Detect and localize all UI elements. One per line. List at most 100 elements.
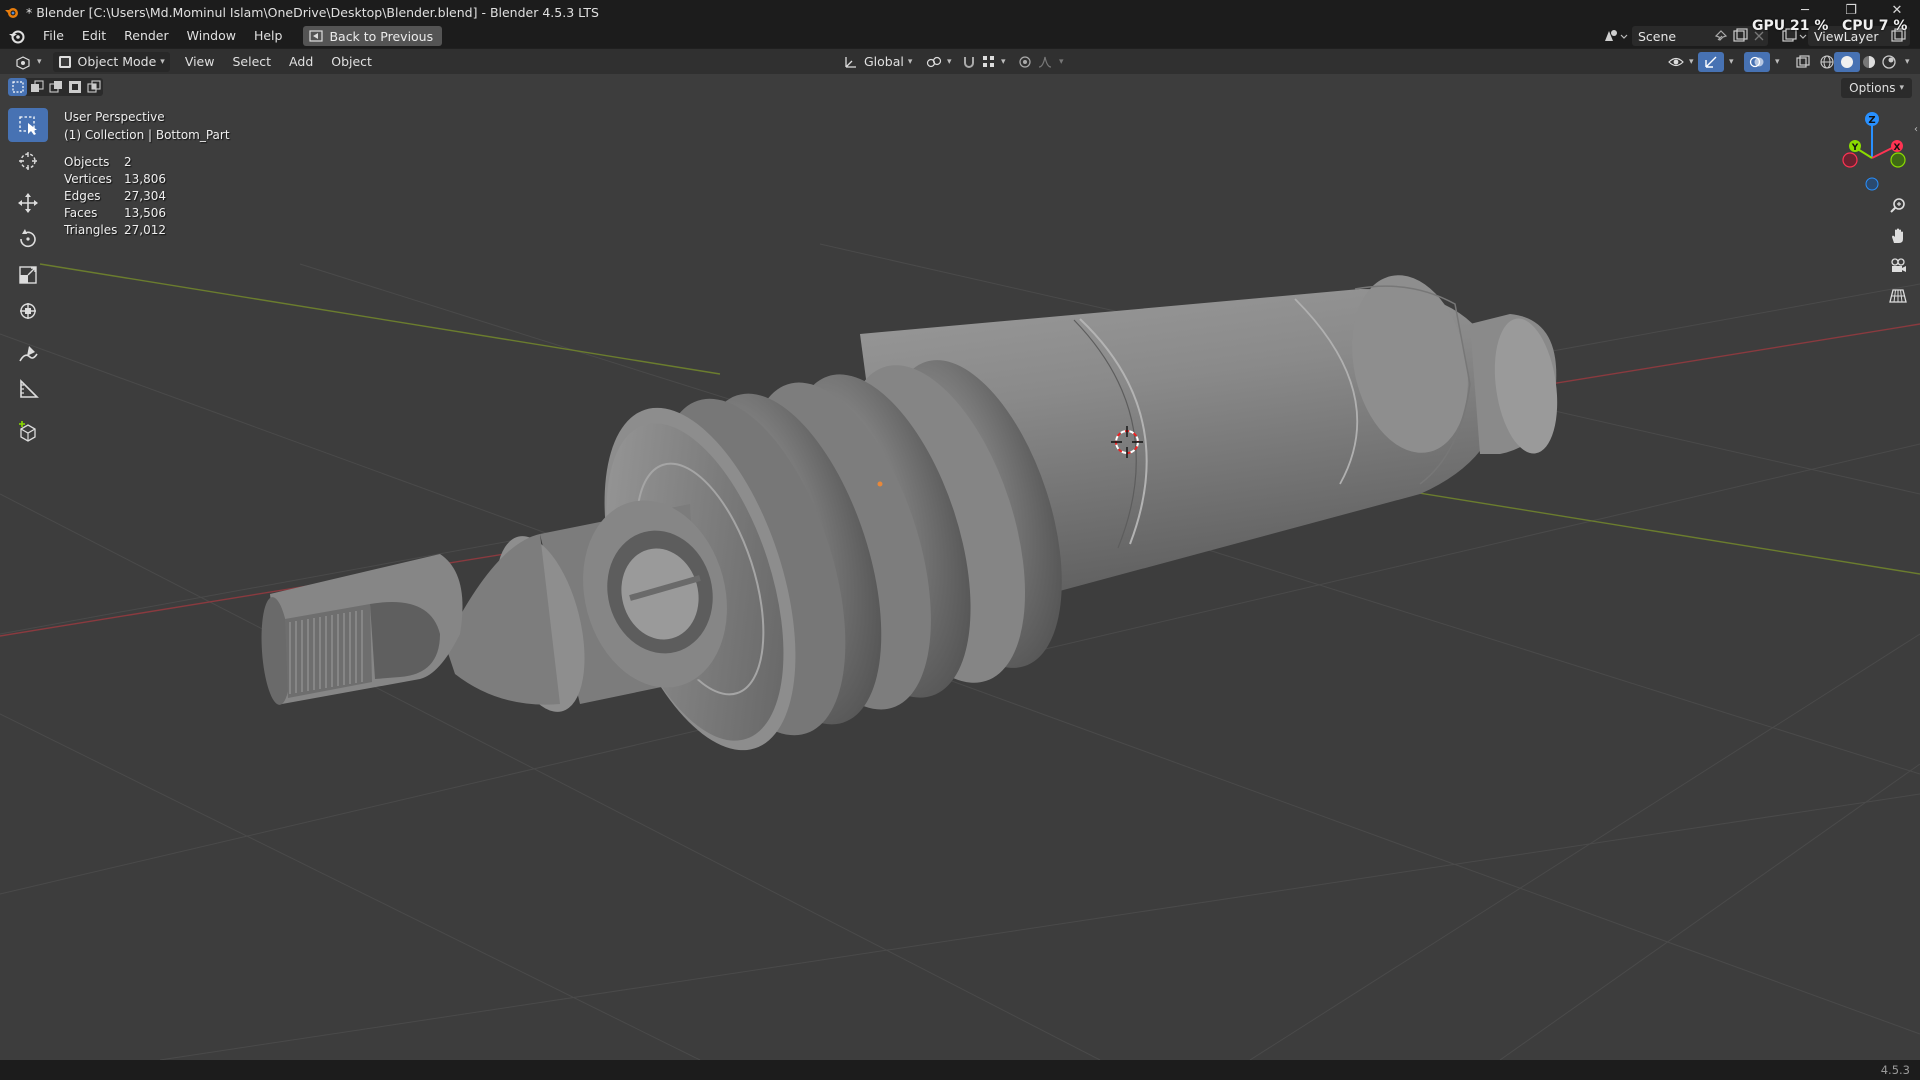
xray-toggle[interactable] (1790, 52, 1816, 72)
back-to-previous-label: Back to Previous (329, 28, 434, 44)
select-invert-icon (68, 81, 81, 93)
object-visibility-dropdown[interactable]: ▾ (1662, 52, 1699, 72)
proportional-falloff-dropdown[interactable]: ▾ (1032, 52, 1069, 72)
shading-dropdown[interactable]: ▾ (1896, 52, 1915, 72)
scene-selector[interactable]: Scene (1632, 26, 1768, 46)
menu-window[interactable]: Window (178, 25, 245, 47)
status-bar: 4.5.3 (0, 1060, 1920, 1080)
tool-shelf (8, 108, 48, 450)
chevron-down-icon: ▾ (1775, 56, 1780, 67)
tool-select-box[interactable] (8, 108, 48, 142)
viewport-navigation-buttons (1886, 194, 1910, 314)
chevron-down-icon: ▾ (1059, 56, 1064, 67)
gizmo-neg-x-handle[interactable] (1842, 152, 1858, 168)
pivot-icon (926, 56, 942, 67)
stat-row-vertices: Vertices 13,806 (64, 171, 184, 188)
select-box-icon (19, 116, 37, 135)
viewport-header: ▾ Object Mode ▾ View Select Add Object G… (0, 48, 1920, 74)
pin-icon[interactable] (1712, 28, 1730, 44)
tool-transform[interactable] (8, 294, 48, 328)
tool-add-cube[interactable] (8, 414, 48, 448)
menu-object[interactable]: Object (322, 54, 381, 69)
select-intersect-icon (86, 80, 101, 93)
title-bar: * Blender [C:\Users\Md.Mominul Islam\One… (0, 0, 1920, 24)
select-new-button[interactable] (8, 78, 27, 96)
select-new-icon (11, 81, 24, 93)
menu-render[interactable]: Render (115, 25, 178, 47)
options-dropdown[interactable]: Options ▾ (1841, 78, 1912, 98)
menu-file[interactable]: File (34, 25, 73, 47)
menu-add[interactable]: Add (280, 54, 322, 69)
annotate-pencil-icon (19, 346, 38, 362)
select-subtract-button[interactable] (46, 78, 65, 96)
viewport-info: User Perspective (1) Collection | Bottom… (64, 108, 230, 144)
chevron-down-icon: ▾ (947, 56, 952, 67)
zoom-magnifier-icon (1890, 198, 1905, 213)
menu-view[interactable]: View (176, 54, 224, 69)
gizmo-neg-y-handle[interactable] (1890, 152, 1906, 168)
minimize-button[interactable]: ─ (1782, 0, 1828, 20)
gizmo-neg-z-handle[interactable] (1865, 177, 1879, 191)
orientation-label: Global (864, 54, 904, 69)
back-to-previous-button[interactable]: Back to Previous (303, 26, 443, 46)
chevron-down-icon: ▾ (37, 56, 42, 67)
sidebar-toggle-arrow[interactable]: ‹ (1914, 124, 1918, 135)
top-menu-bar: File Edit Render Window Help Back to Pre… (0, 24, 1920, 48)
3d-viewport[interactable] (0, 74, 1920, 1060)
window-title: * Blender [C:\Users\Md.Mominul Islam\One… (26, 4, 599, 20)
mode-label: Object Mode (77, 54, 157, 69)
chevron-down-icon: ▾ (1689, 56, 1694, 67)
gizmo-dropdown[interactable]: ▾ (1720, 52, 1739, 72)
stat-key: Objects (64, 155, 110, 169)
transform-orientation-dropdown[interactable]: Global ▾ (838, 52, 917, 72)
select-extend-button[interactable] (27, 78, 46, 96)
view-perspective-label: User Perspective (64, 110, 165, 124)
menu-help[interactable]: Help (245, 25, 292, 47)
pan-button[interactable] (1886, 224, 1910, 248)
menu-select[interactable]: Select (223, 54, 280, 69)
select-invert-button[interactable] (65, 78, 84, 96)
toggle-perspective-button[interactable] (1886, 284, 1910, 308)
stat-value: 27,304 (124, 189, 166, 203)
close-button[interactable]: ✕ (1874, 0, 1920, 20)
select-subtract-icon (48, 81, 62, 93)
camera-view-button[interactable] (1886, 254, 1910, 278)
stat-row-edges: Edges 27,304 (64, 188, 184, 205)
scale-icon (19, 266, 37, 284)
material-shading-icon (1863, 55, 1875, 68)
add-cube-icon (19, 421, 36, 442)
stat-value: 27,012 (124, 223, 166, 237)
new-scene-icon[interactable] (1730, 28, 1750, 44)
rendered-shading-icon (1882, 54, 1896, 69)
tool-move[interactable] (8, 186, 48, 220)
navigation-gizmo[interactable]: Z X Y (1838, 108, 1906, 192)
menu-edit[interactable]: Edit (73, 25, 115, 47)
tool-measure[interactable] (8, 372, 48, 406)
maximize-button[interactable]: ❐ (1828, 0, 1874, 20)
gizmo-z-label: Z (1868, 115, 1875, 126)
zoom-button[interactable] (1886, 194, 1910, 218)
stat-key: Vertices (64, 172, 112, 186)
mode-dropdown[interactable]: Object Mode ▾ (52, 51, 170, 72)
scene-icon[interactable] (1602, 27, 1628, 45)
bottom-part-model[interactable] (258, 264, 1565, 773)
active-collection-label: (1) Collection | Bottom_Part (64, 128, 230, 142)
overlays-dropdown[interactable]: ▾ (1766, 52, 1785, 72)
chevron-down-icon: ▾ (160, 56, 165, 67)
cursor-icon (19, 152, 37, 170)
gpu-usage: GPU 21 % (1752, 18, 1829, 34)
perspective-grid-icon (1889, 289, 1907, 303)
select-intersect-button[interactable] (84, 78, 103, 96)
tool-annotate[interactable] (8, 336, 48, 370)
tool-scale[interactable] (8, 258, 48, 292)
proportional-edit-icon (1019, 55, 1031, 68)
tool-cursor[interactable] (8, 144, 48, 178)
pivot-point-dropdown[interactable]: ▾ (920, 52, 957, 72)
editor-type-button[interactable]: ▾ (10, 52, 47, 72)
tool-rotate[interactable] (8, 222, 48, 256)
transform-icon (20, 303, 36, 319)
blender-menu-icon[interactable] (8, 27, 26, 45)
snap-target-dropdown[interactable]: ▾ (976, 52, 1011, 72)
rotate-icon (20, 229, 36, 248)
screen-back-icon (309, 30, 324, 42)
